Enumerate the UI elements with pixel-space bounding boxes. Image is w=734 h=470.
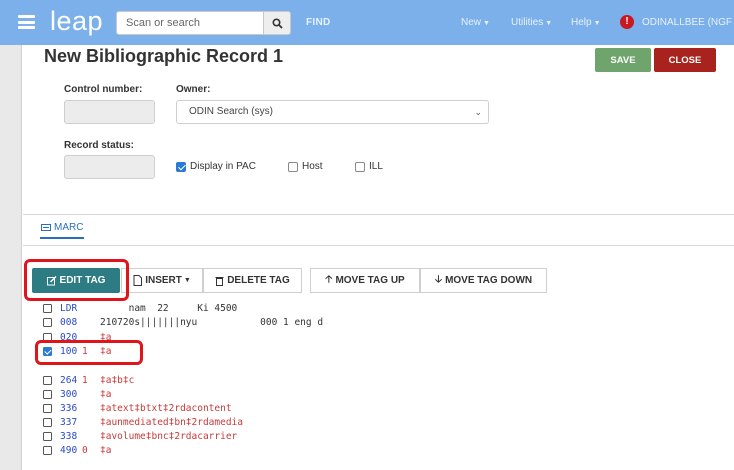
- nav-menu-help[interactable]: Help ▼: [571, 17, 601, 28]
- marc-tag[interactable]: 337: [60, 416, 77, 429]
- row-checkbox[interactable]: [43, 333, 52, 342]
- edit-icon: [46, 275, 57, 285]
- marc-value[interactable]: ‡a: [100, 444, 111, 457]
- move-tag-down-label: MOVE TAG DOWN: [445, 275, 533, 286]
- marc-tag[interactable]: LDR: [60, 302, 77, 315]
- marc-indicator[interactable]: 1: [82, 345, 88, 358]
- owner-select-value: ODIN Search (sys): [189, 106, 273, 117]
- marc-value[interactable]: nam 22 Ki 4500: [100, 302, 238, 315]
- caret-down-icon: ▼: [545, 20, 553, 27]
- move-tag-up-button[interactable]: 🡡 MOVE TAG UP: [310, 268, 420, 293]
- nav-menu-new[interactable]: New ▼: [461, 17, 490, 28]
- marc-value[interactable]: ‡a: [100, 331, 111, 344]
- row-checkbox[interactable]: [43, 418, 52, 427]
- marc-tag[interactable]: 264: [60, 374, 77, 387]
- marc-value[interactable]: 210720s|||||||nyu 000 1 eng d: [100, 316, 323, 329]
- row-checkbox[interactable]: [43, 376, 52, 385]
- marc-icon: [41, 224, 51, 231]
- marc-value[interactable]: ‡avolume‡bnc‡2rdacarrier: [100, 430, 237, 443]
- nav-menu-label: Help: [571, 17, 592, 28]
- caret-down-icon: ▼: [593, 20, 601, 27]
- marc-value[interactable]: ‡atext‡btxt‡2rdacontent: [100, 402, 232, 415]
- owner-select[interactable]: ODIN Search (sys) ⌄: [176, 100, 489, 124]
- marc-indicator[interactable]: 1: [82, 374, 88, 387]
- display-in-pac-checkbox[interactable]: [176, 162, 186, 172]
- marc-tag[interactable]: 338: [60, 430, 77, 443]
- marc-tag[interactable]: 020: [60, 331, 77, 344]
- hamburger-menu-icon[interactable]: [18, 15, 35, 29]
- row-checkbox[interactable]: [43, 347, 52, 356]
- row-checkbox[interactable]: [43, 304, 52, 313]
- row-checkbox[interactable]: [43, 390, 52, 399]
- marc-value[interactable]: ‡aunmediated‡bn‡2rdamedia: [100, 416, 243, 429]
- user-menu[interactable]: ODINALLBEE (NGF: [642, 17, 732, 28]
- marc-row-partial: 245 10 ‡a: [43, 359, 193, 365]
- caret-down-icon: ▼: [483, 20, 490, 27]
- row-checkbox[interactable]: [43, 432, 52, 441]
- marc-indicator[interactable]: 0: [82, 444, 88, 457]
- display-in-pac-label: Display in PAC: [190, 161, 256, 172]
- edit-tag-label: EDIT TAG: [59, 275, 106, 286]
- row-checkbox[interactable]: [43, 404, 52, 413]
- left-gutter: [0, 45, 22, 470]
- delete-tag-button[interactable]: DELETE TAG: [203, 268, 302, 293]
- save-button[interactable]: SAVE: [595, 48, 651, 72]
- marc-value[interactable]: ‡a: [100, 345, 111, 358]
- app-logo[interactable]: leap: [50, 6, 103, 37]
- marc-tag[interactable]: 490: [60, 444, 77, 457]
- delete-tag-label: DELETE TAG: [227, 275, 290, 286]
- arrow-down-icon: 🡣: [434, 274, 443, 285]
- close-button[interactable]: CLOSE: [654, 48, 716, 72]
- tab-active-indicator: [40, 237, 84, 239]
- marc-tag[interactable]: 008: [60, 316, 77, 329]
- move-tag-up-label: MOVE TAG UP: [335, 275, 405, 286]
- move-tag-down-button[interactable]: 🡣 MOVE TAG DOWN: [420, 268, 547, 293]
- edit-tag-button[interactable]: EDIT TAG: [32, 268, 120, 293]
- record-status-label: Record status:: [64, 140, 135, 151]
- alert-icon[interactable]: !: [620, 15, 634, 29]
- ill-label: ILL: [369, 161, 383, 172]
- marc-value[interactable]: ‡a: [100, 388, 111, 401]
- marc-tag[interactable]: 336: [60, 402, 77, 415]
- ill-checkbox[interactable]: [355, 162, 365, 172]
- marc-tag[interactable]: 300: [60, 388, 77, 401]
- host-label: Host: [302, 161, 323, 172]
- row-checkbox[interactable]: [43, 446, 52, 455]
- search-button[interactable]: [263, 11, 291, 35]
- section-divider: [23, 214, 734, 215]
- file-plus-icon: [133, 275, 143, 286]
- search-input[interactable]: [116, 11, 264, 35]
- caret-down-icon: ▼: [183, 277, 191, 284]
- top-navbar: leap FIND New▼ Utilities▼ Help▼ ! ODINAL…: [0, 0, 734, 45]
- insert-dropdown[interactable]: INSERT ▼: [121, 268, 203, 293]
- record-status-field[interactable]: [64, 155, 155, 179]
- arrow-up-icon: 🡡: [325, 274, 333, 285]
- trash-icon: [215, 276, 224, 286]
- insert-label: INSERT: [145, 275, 182, 286]
- control-number-label: Control number:: [64, 84, 143, 95]
- find-button[interactable]: FIND: [306, 17, 331, 28]
- nav-menu-label: Utilities: [511, 17, 544, 28]
- tab-marc[interactable]: MARC: [41, 222, 83, 233]
- chevron-down-icon: ⌄: [474, 107, 482, 117]
- nav-menu-utilities[interactable]: Utilities ▼: [511, 17, 552, 28]
- marc-value[interactable]: ‡a‡b‡c: [100, 374, 134, 387]
- marc-tag[interactable]: 100: [60, 345, 77, 358]
- control-number-field[interactable]: [64, 100, 155, 124]
- tab-marc-label: MARC: [54, 222, 84, 233]
- search-icon: [271, 17, 283, 29]
- host-checkbox[interactable]: [288, 162, 298, 172]
- page-title: New Bibliographic Record 1: [44, 46, 284, 66]
- nav-menu-label: New: [461, 17, 482, 28]
- row-checkbox[interactable]: [43, 318, 52, 327]
- owner-label: Owner:: [176, 84, 211, 95]
- tab-divider: [23, 245, 734, 246]
